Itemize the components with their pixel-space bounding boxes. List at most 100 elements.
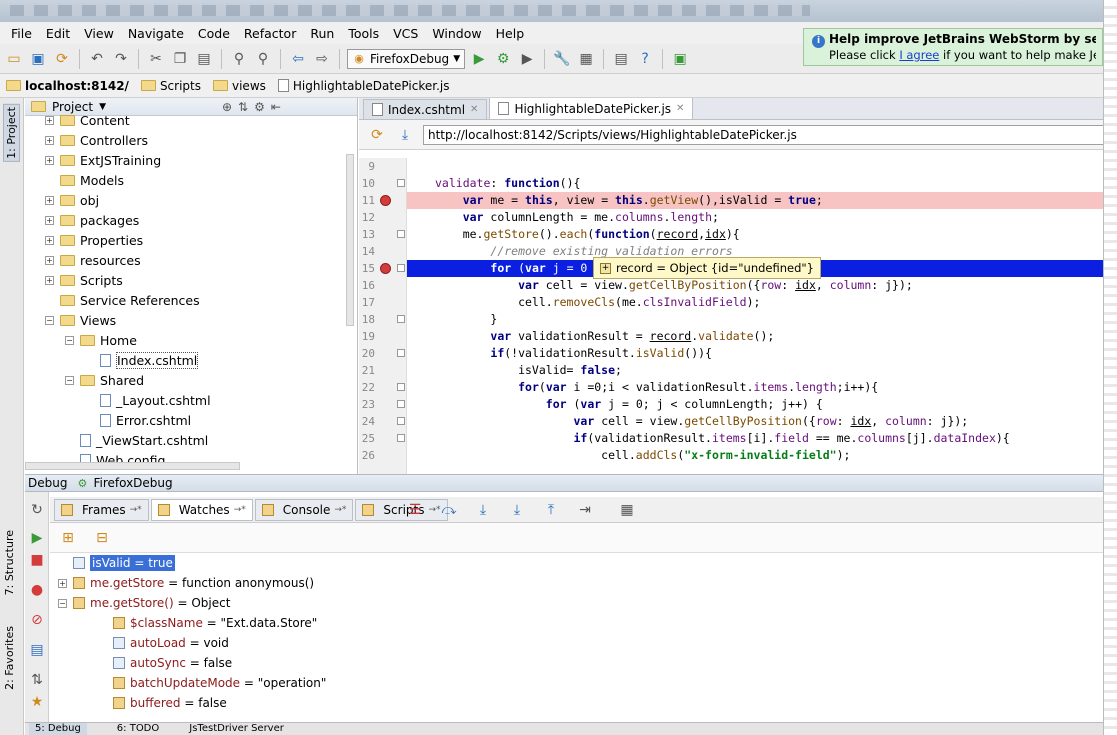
fold-icon[interactable] xyxy=(397,179,405,187)
expand-toggle-icon[interactable]: + xyxy=(45,115,54,125)
target-icon[interactable]: ⊕ xyxy=(222,100,232,114)
rerun-icon[interactable]: ↻ xyxy=(27,500,47,520)
watch-item[interactable]: autoLoad = void xyxy=(98,633,229,653)
view-breakpoints-icon[interactable]: ● xyxy=(27,580,47,600)
watch-item[interactable]: − me.getStore() = Object xyxy=(58,593,230,613)
url-field[interactable]: http://localhost:8142/Scripts/views/High… xyxy=(423,124,1117,145)
tree-item[interactable]: _Layout.cshtml xyxy=(85,390,211,410)
menu-item[interactable]: Run xyxy=(303,26,341,41)
settings-icon[interactable]: 🔧 xyxy=(552,49,572,69)
tree-item[interactable]: + Content xyxy=(45,110,130,130)
fold-icon[interactable] xyxy=(397,434,405,442)
replace-icon[interactable]: ⚲ xyxy=(253,49,273,69)
tree-item[interactable]: + Properties xyxy=(45,230,143,250)
resume-icon[interactable]: ▶ xyxy=(27,528,47,548)
evaluate-icon[interactable]: ▦ xyxy=(617,500,637,520)
fold-icon[interactable] xyxy=(397,230,405,238)
code-line[interactable]: 19 var validationResult = record.validat… xyxy=(359,328,1117,345)
sort-icon[interactable]: ⇅ xyxy=(27,670,47,690)
expand-toggle-icon[interactable]: + xyxy=(45,155,54,165)
show-execution-point-icon[interactable]: ☰ xyxy=(405,500,425,520)
project-tool-tab[interactable]: 1: Project xyxy=(3,104,20,162)
download-icon[interactable]: ⤓ xyxy=(395,125,415,145)
sync-icon[interactable]: ⟳ xyxy=(52,49,72,69)
tree-item[interactable]: Service References xyxy=(45,290,200,310)
menu-item[interactable]: VCS xyxy=(386,26,425,41)
tree-item[interactable]: Error.cshtml xyxy=(85,410,191,430)
watch-item[interactable]: autoSync = false xyxy=(98,653,232,673)
tree-item[interactable]: + packages xyxy=(45,210,139,230)
code-line[interactable]: 13 me.getStore().each(function(record,id… xyxy=(359,226,1117,243)
code-line[interactable]: 16 var cell = view.getCellByPosition({ro… xyxy=(359,277,1117,294)
code-line[interactable]: 12 var columnLength = me.columns.length; xyxy=(359,209,1117,226)
jsdebug-icon[interactable]: ▣ xyxy=(670,49,690,69)
fold-icon[interactable] xyxy=(397,383,405,391)
cut-icon[interactable]: ✂ xyxy=(146,49,166,69)
forward-icon[interactable]: ⇨ xyxy=(312,49,332,69)
fold-icon[interactable] xyxy=(397,417,405,425)
undo-icon[interactable]: ↶ xyxy=(87,49,107,69)
menu-item[interactable]: Window xyxy=(425,26,488,41)
layout-icon[interactable]: ▤ xyxy=(27,640,47,660)
fold-icon[interactable] xyxy=(397,264,405,272)
watch-item[interactable]: buffered = false xyxy=(98,693,227,713)
tool-tab-jstestdriver[interactable]: JsTestDriver Server xyxy=(189,723,284,735)
tree-item[interactable]: − Views xyxy=(45,310,116,330)
expand-toggle-icon[interactable]: + xyxy=(58,578,67,588)
menu-item[interactable]: Tools xyxy=(341,26,386,41)
fold-icon[interactable] xyxy=(397,349,405,357)
expand-icon[interactable]: + xyxy=(600,262,611,274)
tree-item[interactable]: + Controllers xyxy=(45,130,148,150)
close-icon[interactable]: ✕ xyxy=(470,104,478,115)
find-icon[interactable]: ⚲ xyxy=(229,49,249,69)
expand-toggle-icon[interactable]: + xyxy=(45,215,54,225)
run-icon[interactable]: ▶ xyxy=(469,49,489,69)
remove-watch-icon[interactable]: ⊟ xyxy=(92,528,112,548)
save-icon[interactable]: ▣ xyxy=(28,49,48,69)
run-to-cursor-icon[interactable]: ⇥ xyxy=(575,500,595,520)
debug-tab[interactable]: Console →* xyxy=(254,498,354,521)
breadcrumb-views[interactable]: views xyxy=(213,79,274,93)
menu-item[interactable]: Navigate xyxy=(121,26,191,41)
tool-tab-todo[interactable]: 6: TODO xyxy=(117,723,159,735)
collapse-icon[interactable]: ⇅ xyxy=(238,100,248,114)
add-watch-icon[interactable]: ⊞ xyxy=(58,528,78,548)
horizontal-scrollbar[interactable] xyxy=(25,462,240,470)
expand-toggle-icon[interactable]: − xyxy=(65,375,74,385)
notification-balloon[interactable]: i Help improve JetBrains WebStorm by send… xyxy=(803,28,1103,66)
tasks-icon[interactable]: ▤ xyxy=(611,49,631,69)
force-step-into-icon[interactable]: ⤓ xyxy=(507,500,527,520)
code-line[interactable]: 21 isValid= false; xyxy=(359,362,1117,379)
debug-config[interactable]: ⚙ FirefoxDebug xyxy=(75,476,173,490)
code-line[interactable]: 10 validate: function(){ xyxy=(359,175,1117,192)
redo-icon[interactable]: ↷ xyxy=(111,49,131,69)
breakpoint-icon[interactable] xyxy=(380,195,391,206)
expand-toggle-icon[interactable]: + xyxy=(45,135,54,145)
hide-icon[interactable]: ⇤ xyxy=(271,100,281,114)
close-icon[interactable]: ✕ xyxy=(676,103,684,114)
code-line[interactable]: 11 var me = this, view = this.getView(),… xyxy=(359,192,1117,209)
code-line[interactable]: 18 } xyxy=(359,311,1117,328)
watch-item[interactable]: batchUpdateMode = "operation" xyxy=(98,673,326,693)
gear-icon[interactable]: ⚙ xyxy=(254,100,265,114)
agree-link[interactable]: I agree xyxy=(899,48,939,62)
menu-item[interactable]: Edit xyxy=(39,26,77,41)
fold-icon[interactable] xyxy=(397,315,405,323)
code-line[interactable]: 26 cell.addCls("x-form-invalid-field"); xyxy=(359,447,1117,464)
coverage-icon[interactable]: ▶ xyxy=(517,49,537,69)
pin-icon[interactable]: →* xyxy=(334,505,346,515)
copy-icon[interactable]: ❐ xyxy=(170,49,190,69)
debug-icon[interactable]: ⚙ xyxy=(493,49,513,69)
menu-item[interactable]: Help xyxy=(489,26,532,41)
expand-toggle-icon[interactable]: + xyxy=(45,275,54,285)
step-into-icon[interactable]: ⤓ xyxy=(473,500,493,520)
tree-item[interactable]: − Shared xyxy=(65,370,144,390)
code-line[interactable]: 23 for (var j = 0; j < columnLength; j++… xyxy=(359,396,1117,413)
code-line[interactable]: 17 cell.removeCls(me.clsInvalidField); xyxy=(359,294,1117,311)
watch-item[interactable]: $className = "Ext.data.Store" xyxy=(98,613,317,633)
step-out-icon[interactable]: ⤒ xyxy=(541,500,561,520)
mute-breakpoints-icon[interactable]: ⊘ xyxy=(27,610,47,630)
watch-item[interactable]: + me.getStore = function anonymous() xyxy=(58,573,314,593)
menu-item[interactable]: Refactor xyxy=(237,26,303,41)
expand-toggle-icon[interactable]: − xyxy=(45,315,54,325)
